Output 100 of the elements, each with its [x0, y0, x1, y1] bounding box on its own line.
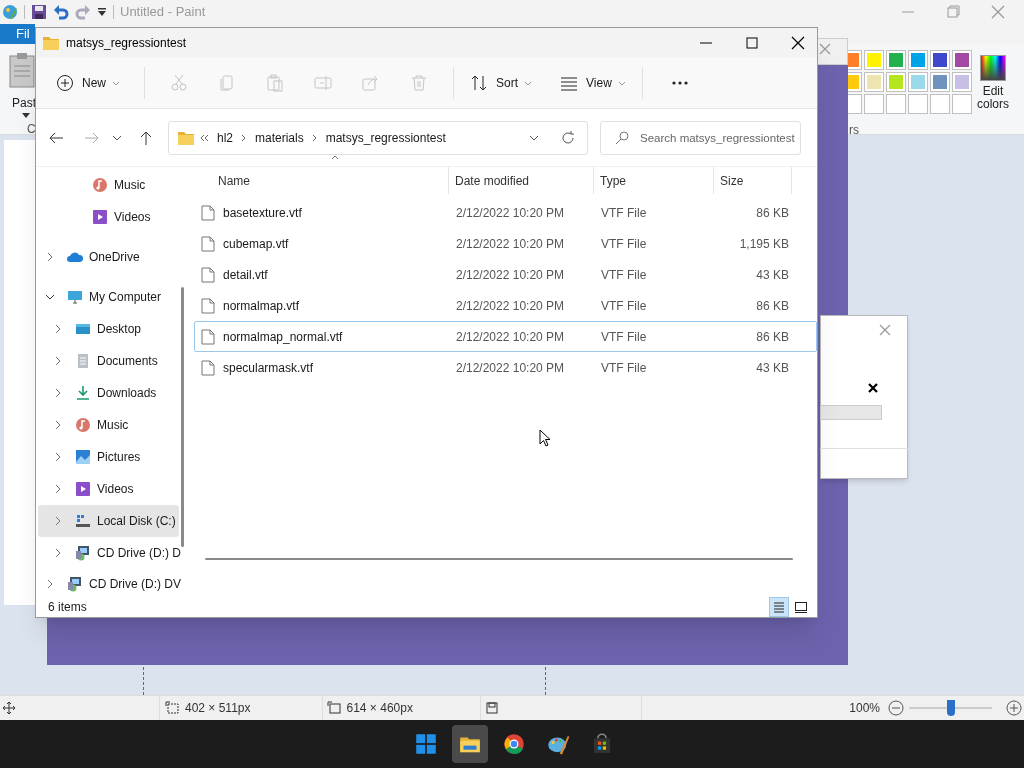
history-caret-icon[interactable] [529, 134, 539, 141]
nav-item[interactable]: My Computer [38, 281, 179, 313]
file-name: detail.vtf [223, 266, 268, 284]
chevron-right-icon[interactable] [53, 356, 63, 366]
error-icon [868, 383, 878, 393]
file-name: cubemap.vtf [223, 235, 289, 253]
zoom-out-icon[interactable] [888, 700, 904, 716]
scrollbar-thumb[interactable] [181, 287, 184, 547]
chevron-right-icon[interactable] [53, 452, 63, 462]
nav-item[interactable]: Documents [38, 345, 179, 377]
canvas-size: 614 × 460px [346, 700, 413, 717]
up-arrow-icon[interactable] [138, 129, 154, 146]
search-field[interactable]: Search matsys_regressiontest [600, 120, 801, 155]
chevron-right-icon[interactable] [53, 548, 63, 558]
file-row[interactable]: specularmask.vtf 2/12/2022 10:20 PM VTF File 43 KB [194, 352, 817, 383]
edit-colors-icon[interactable] [980, 55, 1006, 81]
caret-icon[interactable] [22, 113, 30, 118]
chevron-right-icon[interactable] [45, 252, 55, 262]
column-header[interactable]: Date modified [449, 167, 594, 194]
chevron-right-icon[interactable] [53, 516, 63, 526]
color-swatch[interactable] [886, 94, 906, 114]
undo-icon[interactable] [53, 4, 69, 20]
chevron-right-icon[interactable] [53, 420, 63, 430]
paint-logo-icon [2, 4, 18, 20]
close-icon[interactable] [791, 36, 805, 50]
color-swatch[interactable] [848, 94, 862, 114]
file-row[interactable]: cubemap.vtf 2/12/2022 10:20 PM VTF File 1,195 KB [194, 228, 817, 259]
window-title: Untitled - Paint [120, 3, 206, 22]
file-tab[interactable]: Fil [0, 24, 35, 44]
color-swatch[interactable] [952, 94, 972, 114]
color-swatch[interactable] [864, 94, 884, 114]
color-swatch[interactable] [864, 72, 884, 92]
file-name: normalmap.vtf [223, 297, 300, 315]
file-row[interactable]: detail.vtf 2/12/2022 10:20 PM VTF File 43 KB [194, 259, 817, 290]
chevron-right-icon[interactable] [53, 484, 63, 494]
refresh-icon[interactable] [561, 130, 575, 145]
chevron-down-icon[interactable] [45, 292, 55, 302]
nav-item[interactable]: OneDrive [38, 241, 179, 273]
chevron-right-icon[interactable] [45, 579, 55, 589]
selection-icon [165, 701, 179, 715]
breadcrumb-item[interactable]: hl2 [217, 128, 233, 147]
color-swatch[interactable] [864, 50, 884, 70]
nav-item[interactable]: Desktop [38, 313, 179, 345]
color-swatch[interactable] [908, 50, 928, 70]
toolbar-button[interactable]: View [554, 65, 632, 101]
nav-item[interactable]: Videos [38, 201, 179, 233]
cd-drive-icon [75, 545, 91, 561]
redo-icon[interactable] [75, 4, 91, 20]
nav-item[interactable]: Music [38, 409, 179, 441]
color-swatch[interactable] [930, 94, 950, 114]
color-swatch[interactable] [952, 72, 972, 92]
breadcrumb-item[interactable]: matsys_regressiontest [325, 128, 446, 147]
paste-label[interactable]: Past [12, 94, 36, 112]
nav-item[interactable]: Pictures [38, 441, 179, 473]
column-header[interactable]: Name [194, 167, 449, 194]
scrollbar-thumb[interactable] [205, 558, 793, 560]
color-swatch[interactable] [952, 50, 972, 70]
edit-colors-label[interactable]: Edit colors [974, 85, 1012, 111]
zoom-slider[interactable] [909, 700, 992, 716]
chevron-right-icon[interactable] [53, 388, 63, 398]
color-swatch[interactable] [908, 72, 928, 92]
nav-item[interactable]: Downloads [38, 377, 179, 409]
column-header[interactable]: Type [594, 167, 714, 194]
toolbar-button[interactable]: New [50, 65, 126, 101]
view-toggle-button[interactable] [769, 596, 789, 617]
chevron-right-icon[interactable] [53, 324, 63, 334]
drive-icon [75, 513, 91, 529]
nav-item[interactable]: CD Drive (D:) D [38, 537, 179, 569]
nav-item[interactable]: CD Drive (D:) DV [38, 573, 179, 595]
nav-item[interactable]: Music [38, 169, 179, 201]
file-row[interactable]: basetexture.vtf 2/12/2022 10:20 PM VTF File 86 KB [194, 197, 817, 228]
zoom-in-icon[interactable] [1006, 700, 1022, 716]
color-swatch[interactable] [848, 72, 862, 92]
chevron-right-icon [311, 133, 318, 142]
nav-item[interactable]: Videos [38, 473, 179, 505]
file-row[interactable]: normalmap.vtf 2/12/2022 10:20 PM VTF File 86 KB [194, 290, 817, 321]
breadcrumb-item[interactable]: materials [255, 128, 304, 147]
nav-item[interactable]: Local Disk (C:) [38, 505, 179, 537]
color-swatch[interactable] [930, 50, 950, 70]
rename-icon [314, 74, 332, 92]
address-bar[interactable]: hl2 materials matsys_regressiontest [168, 120, 588, 155]
table-cell-text: VTF File [600, 359, 648, 377]
save-icon[interactable] [31, 4, 47, 20]
file-row[interactable]: normalmap_normal.vtf 2/12/2022 10:20 PM VTF File 86 KB [194, 321, 817, 352]
recent-locations-caret-icon[interactable] [112, 134, 122, 141]
column-header[interactable]: Size [714, 167, 792, 194]
color-swatch[interactable] [848, 50, 862, 70]
toolbar-button[interactable]: Sort [464, 65, 539, 101]
taskbar-button[interactable] [451, 725, 488, 763]
clipboard-icon[interactable] [8, 52, 36, 88]
color-swatch[interactable] [886, 72, 906, 92]
color-swatch[interactable] [886, 50, 906, 70]
table-cell-text: VTF File [600, 266, 648, 284]
restore-icon[interactable] [945, 4, 961, 20]
overflow-chevron-icon[interactable] [199, 133, 209, 142]
color-swatch[interactable] [908, 94, 928, 114]
customize-dropdown-icon[interactable] [97, 7, 107, 17]
color-swatch[interactable] [930, 72, 950, 92]
maximize-icon[interactable] [745, 36, 759, 50]
table-cell-text: VTF File [600, 328, 648, 346]
